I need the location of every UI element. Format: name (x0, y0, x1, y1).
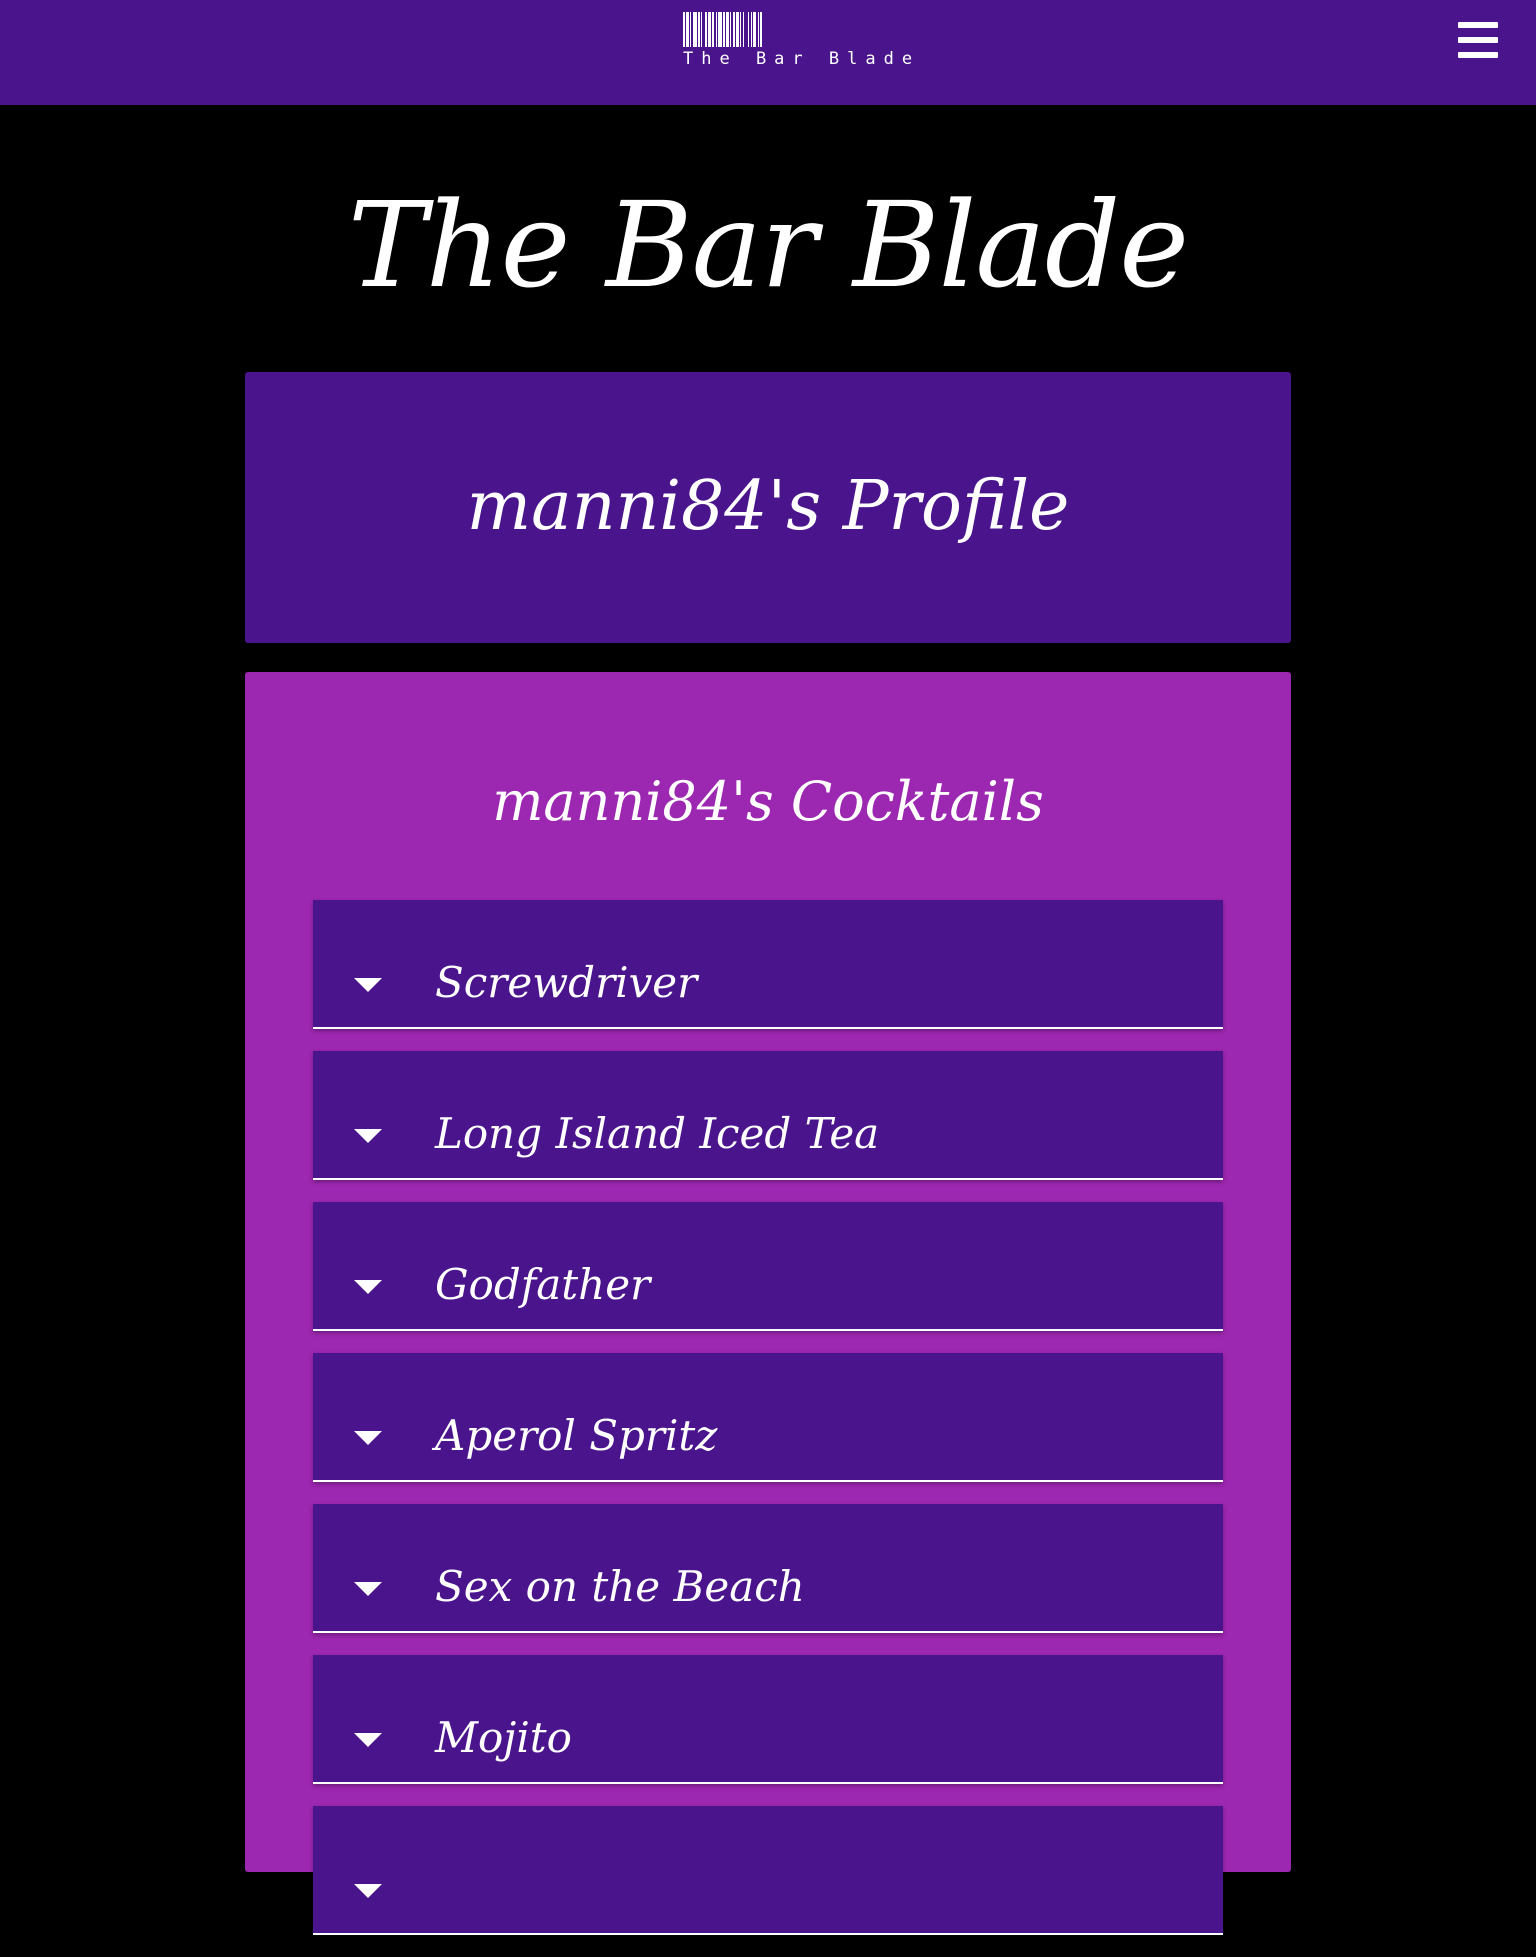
caret-down-icon (354, 978, 382, 992)
top-navbar: The Bar Blade (0, 0, 1536, 105)
cocktail-name: Godfather (435, 1260, 651, 1309)
cocktail-name: Long Island Iced Tea (435, 1109, 880, 1158)
cocktail-item[interactable] (313, 1806, 1223, 1935)
hamburger-menu-icon[interactable] (1456, 20, 1500, 62)
caret-down-icon (354, 1582, 382, 1596)
cocktails-title: manni84's Cocktails (492, 770, 1044, 833)
logo-text: The Bar Blade (683, 49, 921, 69)
site-logo[interactable]: The Bar Blade (683, 12, 929, 72)
cocktail-item[interactable]: Long Island Iced Tea (313, 1051, 1223, 1180)
caret-down-icon (354, 1431, 382, 1445)
cocktail-item[interactable]: Aperol Spritz (313, 1353, 1223, 1482)
cocktail-item[interactable]: Sex on the Beach (313, 1504, 1223, 1633)
cocktail-item[interactable]: Mojito (313, 1655, 1223, 1784)
caret-down-icon (354, 1280, 382, 1294)
profile-card: manni84's Profile (245, 372, 1291, 643)
cocktail-name: Aperol Spritz (435, 1411, 718, 1460)
profile-title: manni84's Profile (466, 467, 1070, 546)
caret-down-icon (354, 1733, 382, 1747)
cocktail-item[interactable]: Screwdriver (313, 900, 1223, 1029)
cocktail-name: Screwdriver (435, 958, 698, 1007)
cocktail-name: Sex on the Beach (435, 1562, 805, 1611)
cocktails-card: manni84's Cocktails Screwdriver Long Isl… (245, 672, 1291, 1935)
cocktail-list: Screwdriver Long Island Iced Tea Godfath… (313, 900, 1223, 1957)
barcode-icon (683, 12, 925, 47)
caret-down-icon (354, 1129, 382, 1143)
cocktail-name: Mojito (435, 1713, 572, 1762)
site-title: The Bar Blade (347, 176, 1189, 314)
caret-down-icon (354, 1884, 382, 1898)
cocktail-item[interactable]: Godfather (313, 1202, 1223, 1331)
